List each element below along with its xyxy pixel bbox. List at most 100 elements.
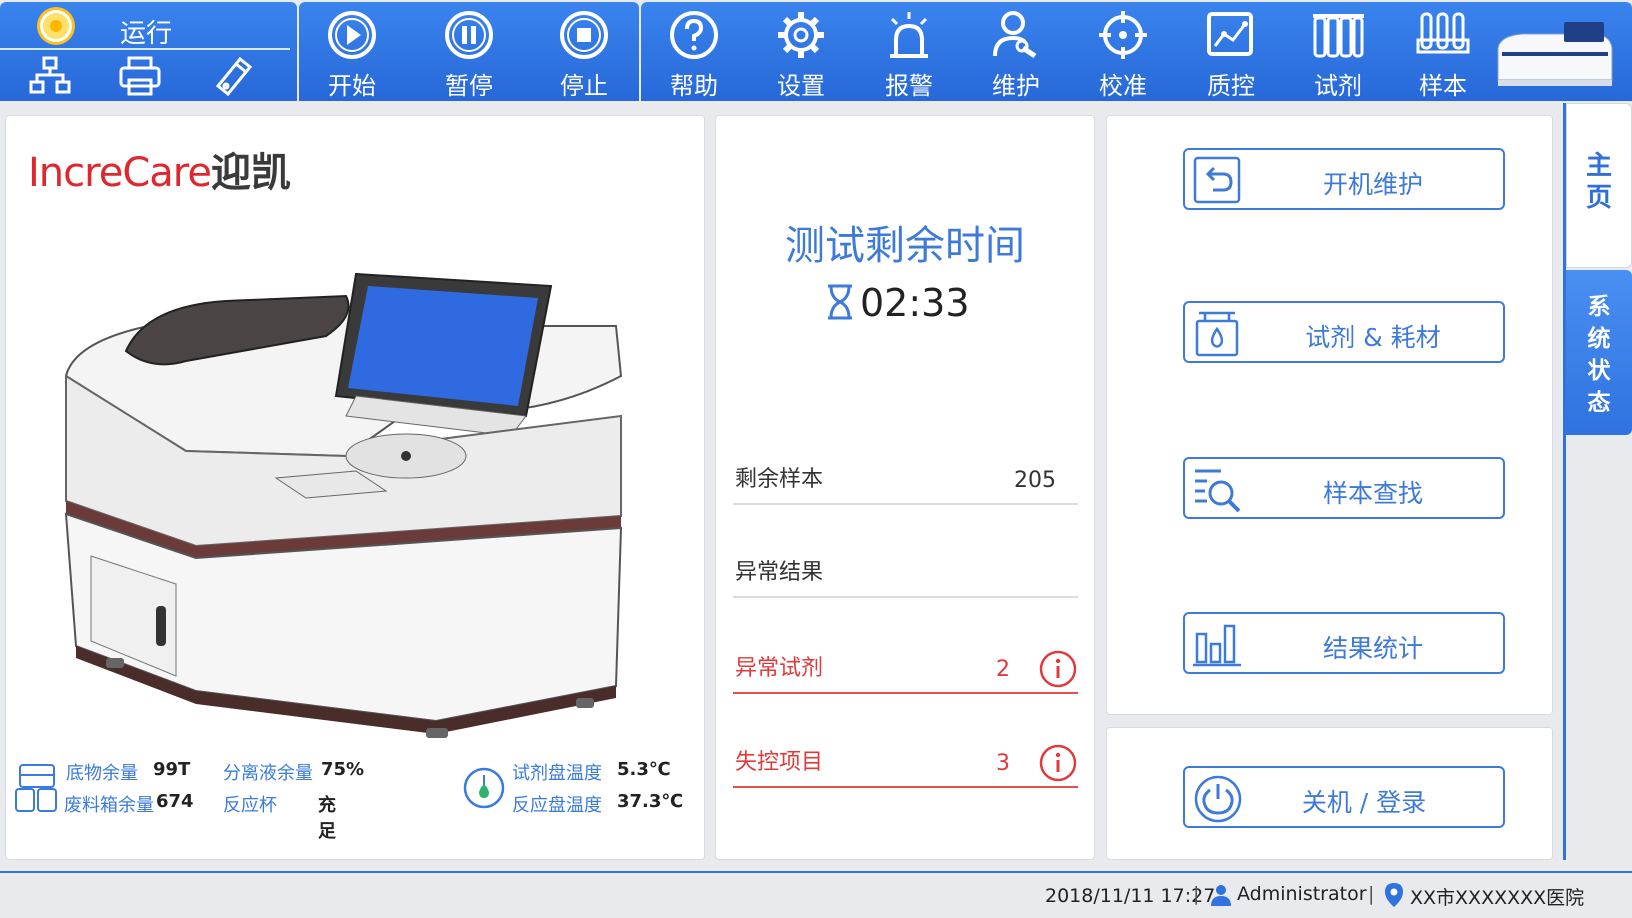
reaction-temp-label: 反应盘温度 — [512, 795, 602, 816]
run-status-label: 运行 — [120, 19, 173, 49]
startup-maintenance-button[interactable]: 开机维护 — [1183, 148, 1505, 210]
reagent-button[interactable]: 试剂 — [1288, 2, 1388, 101]
cuvette-info: 反应杯 充足 — [223, 791, 336, 842]
sample-search-label: 样本查找 — [1322, 479, 1423, 508]
startup-maintenance-label: 开机维护 — [1322, 170, 1423, 199]
maintenance-icon — [993, 11, 1037, 59]
result-statistics-label: 结果统计 — [1322, 634, 1423, 663]
cuvette-value: 充足 — [318, 795, 336, 842]
tab-system-status[interactable]: 系统状态 — [1566, 270, 1632, 435]
analyzer-thumbnail-icon — [1497, 22, 1613, 86]
remaining-samples-row: 剩余样本 205 — [733, 459, 1078, 505]
reagent-temp-label: 试剂盘温度 — [512, 763, 602, 784]
brand-logo: IncreCare迎凯 — [28, 140, 291, 198]
test-status-panel: 测试剩余时间 02:33 剩余样本 205 异常结果 异常试剂 2 失控项目 3 — [715, 115, 1095, 860]
hospital-location: XX市XXXXXXX医院 — [1410, 887, 1585, 909]
shutdown-login-button[interactable]: 关机 / 登录 — [1183, 766, 1505, 828]
remaining-samples-label: 剩余样本 — [735, 467, 824, 492]
out-of-control-value: 3 — [996, 751, 1010, 776]
sample-button[interactable]: 样本 — [1393, 2, 1493, 101]
reagent-label: 试剂 — [1314, 72, 1362, 100]
sample-label: 样本 — [1419, 72, 1467, 100]
separation-label: 分离液余量 — [223, 763, 313, 784]
reagent-consumables-button[interactable]: 试剂 & 耗材 — [1183, 301, 1505, 363]
separation-info: 分离液余量 75% — [223, 759, 364, 785]
settings-button[interactable]: 设置 — [751, 2, 851, 101]
separator: | — [1368, 883, 1375, 905]
quick-actions-panel: 开机维护 试剂 & 耗材 样本查找 结果统计 — [1106, 115, 1553, 715]
substrate-value: 99T — [153, 759, 191, 780]
abnormal-reagents-label: 异常试剂 — [735, 656, 824, 681]
hourglass-icon — [828, 284, 852, 320]
maintenance-button[interactable]: 维护 — [966, 2, 1066, 101]
pause-label: 暂停 — [445, 72, 493, 100]
separator: | — [1193, 883, 1200, 905]
alert-info-icon[interactable] — [1038, 743, 1078, 783]
sample-icon — [1416, 12, 1470, 54]
out-of-control-label: 失控项目 — [735, 750, 824, 775]
maintenance-label: 维护 — [992, 72, 1040, 100]
remaining-time-title: 测试剩余时间 — [785, 223, 1025, 269]
stop-label: 停止 — [560, 72, 608, 100]
separation-value: 75% — [321, 759, 365, 780]
alert-info-icon[interactable] — [1038, 649, 1078, 689]
waste-label: 废料箱余量 — [64, 795, 154, 816]
datetime: 2018/11/11 17:27 — [1045, 885, 1216, 907]
calibration-icon — [1099, 11, 1147, 59]
user-icon — [1211, 885, 1231, 906]
stop-button[interactable]: 停止 — [534, 2, 634, 101]
instrument-panel: IncreCare迎凯 底物余量 99T 废料箱余量 674 分离液余量 75% 反应… — [5, 115, 705, 860]
startup-maintenance-icon — [1193, 156, 1241, 204]
quality-control-label: 质控 — [1207, 72, 1255, 100]
remaining-time-value: 02:33 — [860, 281, 970, 325]
out-of-control-row[interactable]: 失控项目 3 — [733, 742, 1078, 788]
substrate-info: 底物余量 99T — [66, 759, 190, 785]
abnormal-results-row[interactable]: 异常结果 — [733, 552, 1078, 598]
reaction-temp-info: 反应盘温度 37.3℃ — [512, 791, 683, 817]
sample-search-button[interactable]: 样本查找 — [1183, 457, 1505, 519]
abnormal-reagents-row[interactable]: 异常试剂 2 — [733, 648, 1078, 694]
substrate-label: 底物余量 — [66, 763, 138, 784]
abnormal-reagents-value: 2 — [996, 657, 1010, 682]
waste-info: 废料箱余量 674 — [64, 791, 194, 817]
quality-control-icon — [1207, 12, 1253, 56]
quality-control-button[interactable]: 质控 — [1181, 2, 1281, 101]
alarm-icon — [890, 12, 928, 58]
calibration-label: 校准 — [1099, 72, 1147, 100]
status-bar: 2018/11/11 17:27 | Administrator | XX市XX… — [0, 871, 1632, 918]
remaining-samples-value: 205 — [1014, 468, 1056, 493]
pause-icon — [445, 11, 493, 59]
reagent-temp-info: 试剂盘温度 5.3℃ — [512, 759, 671, 785]
help-icon — [670, 11, 718, 59]
remaining-time-display: 02:33 — [824, 281, 970, 325]
control-block: 开始 暂停 停止 — [299, 2, 639, 101]
reagent-temp-value: 5.3℃ — [617, 759, 671, 780]
stop-icon — [560, 11, 608, 59]
run-status: 运行 — [0, 2, 290, 50]
abnormal-results-label: 异常结果 — [735, 560, 824, 585]
pause-button[interactable]: 暂停 — [419, 2, 519, 101]
reagent-consumables-icon — [1195, 311, 1239, 357]
reagent-icon — [1313, 14, 1364, 58]
location-pin-icon — [1385, 883, 1403, 907]
analyzer-illustration — [64, 272, 623, 738]
help-button[interactable]: 帮助 — [644, 2, 744, 101]
consumables-bottles-icon — [15, 764, 57, 812]
result-statistics-button[interactable]: 结果统计 — [1183, 612, 1505, 674]
start-button[interactable]: 开始 — [302, 2, 402, 101]
sample-search-icon — [1195, 469, 1241, 513]
settings-label: 设置 — [777, 72, 825, 100]
tab-home[interactable]: 主页 — [1566, 103, 1632, 268]
current-user[interactable]: Administrator — [1237, 883, 1367, 905]
printer-icon — [119, 56, 161, 96]
brand-latin: IncreCare — [28, 150, 212, 196]
alarm-button[interactable]: 报警 — [859, 2, 959, 101]
power-panel: 关机 / 登录 — [1106, 727, 1553, 860]
run-indicator-icon — [40, 10, 72, 42]
result-statistics-icon — [1193, 624, 1241, 667]
thermometer-gauge-icon — [463, 767, 505, 809]
calibration-button[interactable]: 校准 — [1073, 2, 1173, 101]
reaction-temp-value: 37.3℃ — [617, 791, 684, 812]
network-icon — [29, 56, 71, 94]
top-toolbar: 运行 开始 暂停 停止 帮助 设置 报警 维护 校准 质控 试剂 样本 — [0, 0, 1632, 103]
